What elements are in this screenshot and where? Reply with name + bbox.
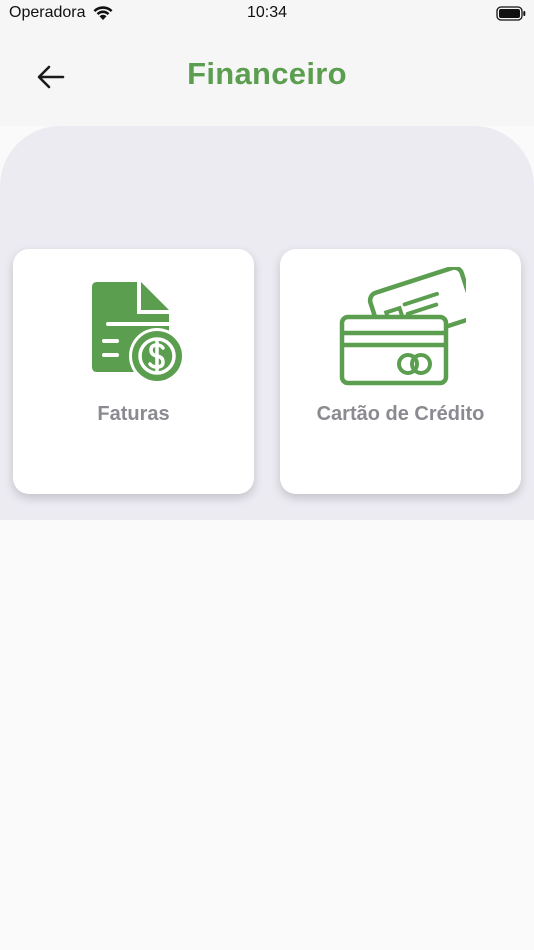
content-area: Faturas Cartão de Crédito: [0, 126, 534, 520]
invoices-card-label: Faturas: [97, 403, 170, 425]
credit-card-card[interactable]: Cartão de Crédito: [280, 249, 521, 494]
credit-cards-icon: [280, 267, 521, 391]
battery-icon: [496, 6, 526, 27]
status-time: 10:34: [246, 4, 288, 21]
status-bar: Operadora 10:34: [0, 0, 534, 28]
invoices-card[interactable]: Faturas: [13, 249, 254, 494]
page-title: Financeiro: [187, 56, 347, 91]
invoice-dollar-icon: [13, 267, 254, 387]
navigation-bar: Financeiro: [0, 28, 534, 126]
credit-card-card-label: Cartão de Crédito: [316, 403, 485, 425]
